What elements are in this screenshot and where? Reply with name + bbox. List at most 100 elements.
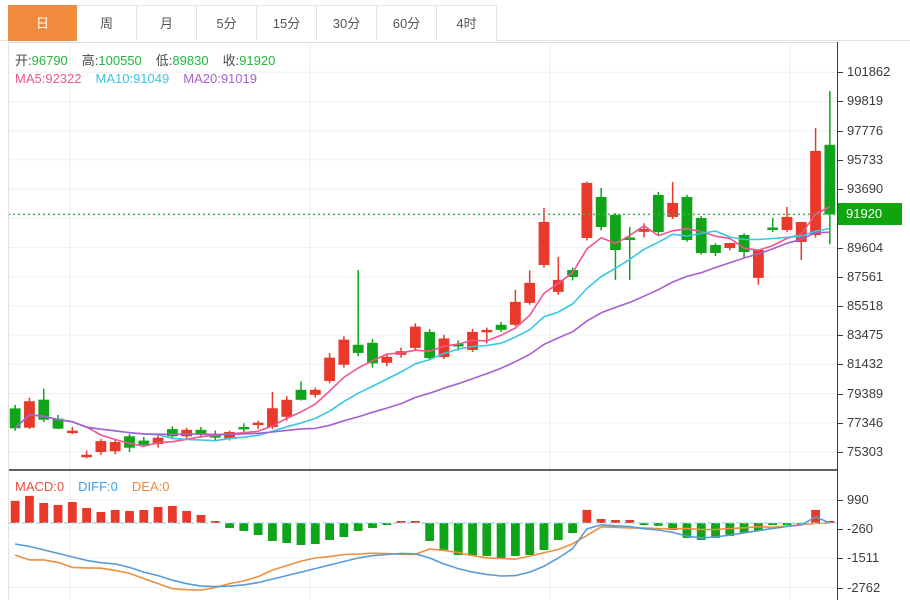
ohlc-legend-label: 高: [81, 53, 99, 68]
macd-bar [82, 507, 92, 523]
price-tick: 89604 [847, 239, 884, 255]
ohlc-legend-item: 高:100550 [82, 53, 142, 68]
ohlc-legend-value: 100550 [98, 53, 142, 68]
price-tick: 87561 [847, 268, 884, 284]
macd-bar [53, 505, 63, 523]
candle-body [181, 429, 193, 437]
macd-legend-value: 0 [110, 479, 118, 494]
price-tick: 99819 [847, 93, 884, 109]
candle-body [781, 216, 793, 230]
candle-body [710, 244, 721, 253]
price-tick: 95733 [847, 151, 884, 167]
ohlc-legend-label: 收: [222, 53, 240, 68]
ma-legend-item: MA20:91019 [183, 71, 257, 86]
macd-bar [139, 510, 149, 523]
price-tick: 97776 [847, 122, 884, 138]
candle-body [409, 326, 421, 348]
macd-bar [110, 510, 120, 523]
ma5-line [14, 206, 831, 447]
candle-body [638, 228, 650, 232]
macd-bar [25, 495, 34, 523]
macd-legend-label: MACD: [15, 479, 57, 494]
candle-body [309, 389, 321, 395]
macd-bar [253, 522, 263, 535]
macd-bar [368, 522, 377, 528]
macd-legend: MACD:0 DIFF:0 DEA:0 [15, 479, 183, 494]
ma20-line [14, 231, 830, 436]
macd-bar [353, 522, 363, 531]
tab-timeframe-8[interactable]: 4时 [437, 5, 497, 41]
ma-legend-item: MA10:91049 [96, 71, 170, 86]
macd-bar [325, 522, 334, 540]
ma-legend-label: MA20: [183, 71, 221, 86]
candle-body [81, 454, 93, 458]
ohlc-legend-label: 低: [155, 53, 173, 68]
tab-timeframe-4[interactable]: 5分 [197, 5, 257, 41]
ma-legend-value: 91019 [220, 71, 257, 86]
macd-bar [425, 522, 435, 541]
price-tick-dash [838, 276, 843, 278]
macd-bar [10, 500, 20, 523]
price-tick: 81432 [847, 356, 884, 372]
candle-body [281, 399, 293, 417]
macd-legend-label: DEA: [131, 479, 163, 494]
candle-body [824, 144, 836, 215]
candle-body [510, 301, 521, 325]
price-tick: 75303 [847, 443, 884, 459]
chart-area: 开:96790 高:100550 低:89830 收:91920 MA5:92322 M… [0, 42, 910, 600]
macd-bar [339, 522, 349, 537]
macd-bar [711, 522, 720, 538]
price-axis: 101862 99819 97776 95733 93690 89604 87561 8551… [837, 42, 910, 600]
tab-timeframe-5[interactable]: 15分 [257, 5, 317, 41]
price-tick-dash [838, 101, 843, 103]
macd-legend-label: DIFF: [78, 479, 111, 494]
price-tick-dash [838, 189, 843, 191]
macd-bar [582, 509, 592, 523]
macd-bar [39, 502, 49, 523]
tab-timeframe-2[interactable]: 周 [77, 5, 137, 41]
trading-chart-app: 日周月 5分 15分 30分 60分 4时 开:96790 高:100550 低:89830 收… [0, 0, 910, 600]
price-tick-dash [838, 72, 843, 74]
ma10-line [14, 227, 831, 442]
macd-bar [511, 522, 520, 556]
price-tick-dash [838, 422, 843, 424]
price-tick-dash [838, 451, 843, 453]
tab-timeframe-1[interactable]: 日 [8, 5, 77, 41]
macd-tick-dash [838, 558, 843, 560]
price-tick-dash [838, 305, 843, 307]
macd-bar [439, 522, 449, 550]
price-tick-dash [838, 335, 843, 337]
tab-timeframe-7[interactable]: 60分 [377, 5, 437, 41]
price-tick-dash [838, 393, 843, 395]
ohlc-legend-item: 收:91920 [223, 53, 276, 68]
price-tick-dash [838, 247, 843, 249]
price-tick: 101862 [847, 64, 891, 80]
macd-bar [239, 522, 249, 531]
ohlc-legend-value: 91920 [239, 53, 276, 68]
macd-bar [482, 522, 492, 556]
candle-body [610, 214, 621, 250]
chart-left-border [8, 42, 9, 600]
ohlc-legend-label: 开: [15, 53, 32, 68]
macd-tick-dash [838, 499, 843, 501]
candle-body [595, 196, 607, 227]
macd-tick-dash [838, 587, 843, 589]
ma-legend-label: MA10: [95, 71, 134, 86]
ma-legend-value: 92322 [45, 71, 82, 86]
macd-tick-dash [838, 529, 843, 531]
macd-bar [310, 522, 320, 544]
chart-top-border [8, 42, 837, 43]
candle-body [324, 357, 335, 381]
price-tick: 77346 [847, 414, 884, 430]
tab-timeframe-3[interactable]: 月 [137, 5, 197, 41]
tab-timeframe-6[interactable]: 30分 [317, 5, 377, 41]
current-price-badge: 91920 [838, 203, 902, 226]
price-tick: 83475 [847, 327, 884, 343]
macd-bar [225, 522, 234, 528]
candle-body [252, 422, 264, 426]
price-tick: 79389 [847, 385, 884, 401]
candle-body [538, 221, 550, 266]
candle-body [681, 196, 693, 240]
candle-body [695, 217, 707, 253]
price-tick-dash [838, 159, 843, 161]
